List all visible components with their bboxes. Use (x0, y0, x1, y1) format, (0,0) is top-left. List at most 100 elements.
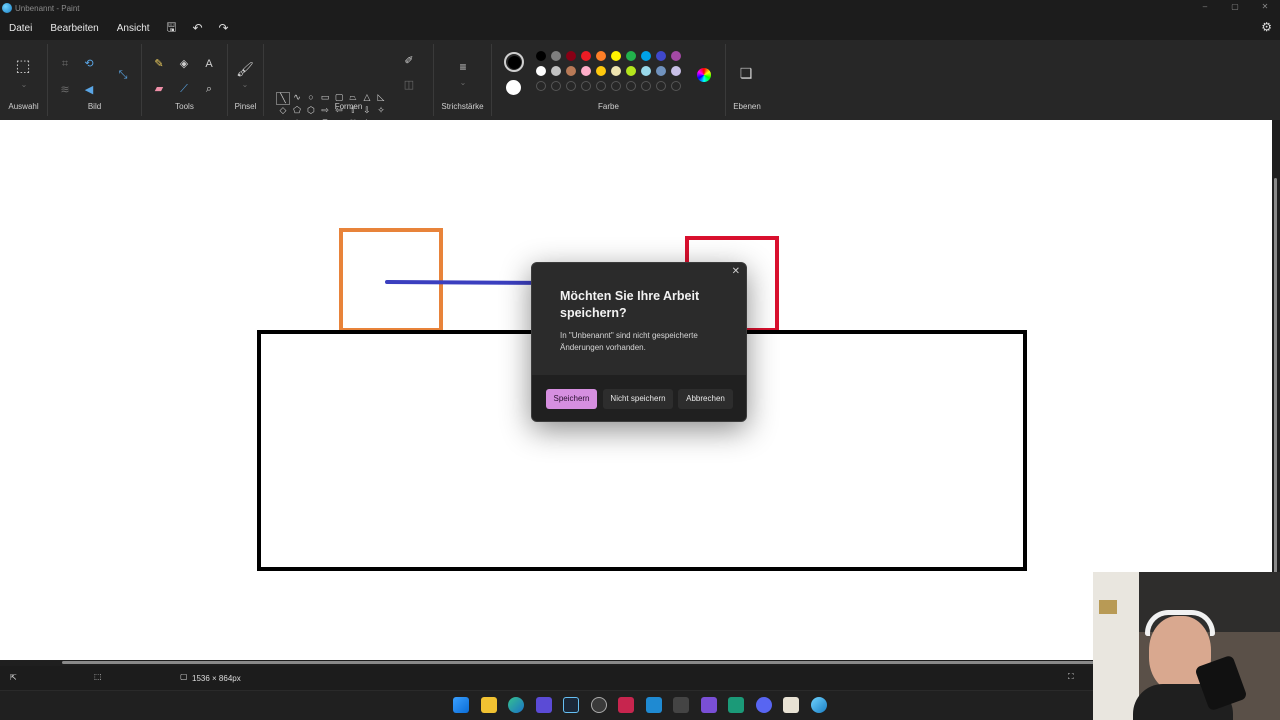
chevron-down-icon[interactable]: ⌄ (236, 76, 254, 94)
background-removal-icon[interactable]: ≋ (56, 81, 74, 99)
color-swatch[interactable] (641, 66, 651, 76)
four-point-star-shape-icon[interactable]: ✧ (374, 105, 388, 118)
obs-icon[interactable] (591, 697, 607, 713)
color-swatch[interactable] (596, 66, 606, 76)
custom-color-slot[interactable] (536, 81, 546, 91)
right-arrow-shape-icon[interactable]: ⇨ (318, 105, 332, 118)
save-button[interactable]: Speichern (546, 389, 597, 409)
custom-color-slot[interactable] (566, 81, 576, 91)
curve-shape-icon[interactable]: ∿ (290, 92, 304, 105)
custom-color-slot[interactable] (626, 81, 636, 91)
color-swatch[interactable] (536, 66, 546, 76)
menu-file[interactable]: Datei (0, 23, 41, 34)
shape-fill-icon[interactable]: ◫ (400, 76, 418, 94)
color-swatch[interactable] (566, 66, 576, 76)
text-icon[interactable]: A (200, 55, 218, 73)
group-image: ⌗ ⟲ ⤡ ≋ ◀ Bild (48, 44, 142, 116)
vscode-icon[interactable] (646, 697, 662, 713)
fit-to-window-icon[interactable]: ⛶ (1068, 672, 1074, 682)
resize-icon[interactable]: ⤡ (114, 66, 132, 84)
app-icon[interactable] (728, 697, 744, 713)
color-swatch[interactable] (626, 66, 636, 76)
cancel-button[interactable]: Abbrechen (678, 389, 733, 409)
color-swatch[interactable] (551, 51, 561, 61)
color-swatch[interactable] (656, 66, 666, 76)
color-picker-icon[interactable]: ⟋ (175, 80, 193, 98)
custom-color-slot[interactable] (671, 81, 681, 91)
oval-shape-icon[interactable]: ○ (304, 92, 318, 105)
polygon-shape-icon[interactable]: ⏢ (346, 92, 360, 105)
color-swatch[interactable] (641, 51, 651, 61)
custom-color-slot[interactable] (656, 81, 666, 91)
app-icon[interactable] (673, 697, 689, 713)
vertical-scroll-thumb[interactable] (1274, 178, 1277, 578)
custom-color-slot[interactable] (596, 81, 606, 91)
edge-browser-icon[interactable] (508, 697, 524, 713)
color-swatch[interactable] (611, 66, 621, 76)
color-swatch[interactable] (656, 51, 666, 61)
rectangle-shape-icon[interactable]: ▭ (318, 92, 332, 105)
color-swatch[interactable] (581, 66, 591, 76)
custom-color-slot[interactable] (641, 81, 651, 91)
color-swatch[interactable] (611, 51, 621, 61)
app-icon[interactable] (536, 697, 552, 713)
rotate-icon[interactable]: ⟲ (80, 55, 98, 73)
color-swatch[interactable] (581, 51, 591, 61)
group-label-tools: Tools (175, 102, 194, 111)
paint-taskbar-icon[interactable] (811, 697, 827, 713)
fill-bucket-icon[interactable]: ◈ (175, 55, 193, 73)
color-swatch[interactable] (596, 51, 606, 61)
custom-color-slot[interactable] (551, 81, 561, 91)
chevron-down-icon[interactable]: ⌄ (454, 74, 472, 92)
maximize-button[interactable]: ▢ (1220, 0, 1250, 16)
right-triangle-shape-icon[interactable]: ◺ (374, 92, 388, 105)
primary-color-indicator[interactable] (504, 52, 524, 72)
steam-icon[interactable] (563, 697, 579, 713)
triangle-shape-icon[interactable]: △ (360, 92, 374, 105)
line-shape-icon[interactable]: ╲ (276, 92, 290, 105)
discord-icon[interactable] (756, 697, 772, 713)
hexagon-shape-icon[interactable]: ⬡ (304, 105, 318, 118)
color-swatch[interactable] (536, 51, 546, 61)
rounded-rectangle-shape-icon[interactable]: ▢ (332, 92, 346, 105)
app-icon[interactable] (701, 697, 717, 713)
app-icon[interactable] (618, 697, 634, 713)
undo-icon[interactable]: ↶ (185, 21, 211, 35)
edit-colors-icon[interactable] (697, 68, 711, 82)
color-swatch[interactable] (551, 66, 561, 76)
dont-save-button[interactable]: Nicht speichern (603, 389, 673, 409)
up-arrow-shape-icon[interactable]: ⇧ (346, 105, 360, 118)
redo-icon[interactable]: ↷ (211, 21, 237, 35)
close-window-button[interactable]: ✕ (1250, 0, 1280, 16)
color-swatch[interactable] (566, 51, 576, 61)
windows-start-icon[interactable] (453, 697, 469, 713)
eraser-icon[interactable]: ▰ (150, 80, 168, 98)
selection-rectangle-icon[interactable]: ⬚ (14, 58, 32, 76)
save-icon[interactable]: 🖫 (159, 18, 185, 39)
color-swatch[interactable] (671, 51, 681, 61)
layers-icon[interactable]: ❏ (737, 64, 755, 82)
custom-color-slot[interactable] (611, 81, 621, 91)
color-swatch[interactable] (671, 66, 681, 76)
pencil-icon[interactable]: ✎ (150, 55, 168, 73)
minimize-button[interactable]: – (1190, 0, 1220, 16)
diamond-shape-icon[interactable]: ◇ (276, 105, 290, 118)
secondary-color-indicator[interactable] (506, 80, 521, 95)
settings-gear-icon[interactable]: ⚙ (1261, 20, 1272, 34)
horizontal-scroll-thumb[interactable] (62, 661, 1272, 664)
close-icon[interactable]: ✕ (732, 266, 740, 277)
shape-outline-icon[interactable]: ✐ (400, 52, 418, 70)
color-swatch[interactable] (626, 51, 636, 61)
down-arrow-shape-icon[interactable]: ⇩ (360, 105, 374, 118)
chevron-down-icon[interactable]: ⌄ (15, 76, 33, 94)
app-icon[interactable] (783, 697, 799, 713)
magnifier-icon[interactable]: ⌕ (200, 80, 218, 98)
menu-edit[interactable]: Bearbeiten (41, 23, 107, 34)
menu-view[interactable]: Ansicht (108, 23, 159, 34)
flip-icon[interactable]: ◀ (80, 81, 98, 99)
left-arrow-shape-icon[interactable]: ⇦ (332, 105, 346, 118)
pentagon-shape-icon[interactable]: ⬠ (290, 105, 304, 118)
file-explorer-icon[interactable] (481, 697, 497, 713)
crop-icon[interactable]: ⌗ (56, 55, 74, 73)
custom-color-slot[interactable] (581, 81, 591, 91)
